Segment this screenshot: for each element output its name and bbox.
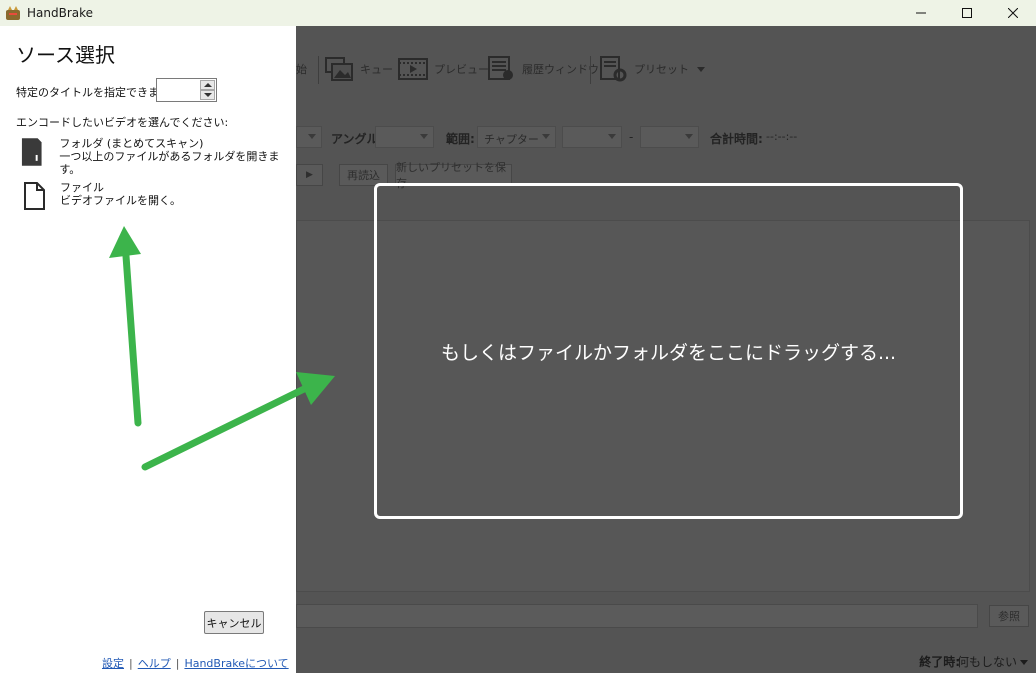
source-options-row: アングル: 範囲: チャプター - 合計時間: --:--:-- — [296, 126, 1036, 150]
cancel-button[interactable]: キャンセル — [204, 611, 264, 634]
link-separator: | — [175, 657, 180, 670]
presets-button[interactable]: プリセット — [598, 52, 705, 86]
preview-button[interactable]: プレビュー — [398, 52, 489, 86]
status-bar: 終了時: 何もしない — [296, 648, 1036, 673]
range-type-select[interactable]: チャプター — [477, 126, 556, 148]
title-select[interactable] — [296, 126, 322, 148]
range-dash: - — [629, 130, 634, 144]
minimize-button[interactable] — [898, 0, 944, 26]
range-label: 範囲: — [446, 132, 475, 146]
toolbar-separator — [590, 56, 591, 84]
activity-log-button[interactable]: 履歴ウィンドウ — [486, 52, 599, 86]
footer-links: 設定 | ヘルプ | HandBrakeについて — [102, 655, 289, 671]
queue-button[interactable]: キュー — [324, 52, 393, 86]
drop-zone[interactable]: もしくはファイルかフォルダをここにドラッグする... — [374, 183, 963, 519]
choose-video-label: エンコードしたいビデオを選んでください: — [16, 116, 229, 129]
about-link[interactable]: HandBrakeについて — [184, 657, 288, 670]
queue-icon — [325, 57, 353, 81]
title-picker-label: 特定のタイトルを指定できます: — [16, 86, 174, 99]
duration-value: --:--:-- — [766, 130, 798, 143]
file-icon — [24, 182, 45, 210]
folder-option-title: フォルダ (まとめてスキャン) — [59, 137, 204, 150]
range-start-select[interactable] — [562, 126, 622, 148]
activity-log-icon — [488, 56, 513, 80]
open-file-option[interactable]: ファイル ビデオファイルを開く。 — [18, 181, 181, 213]
when-done-value: 何もしない — [956, 655, 1017, 669]
link-separator: | — [129, 657, 133, 670]
activity-log-label: 履歴ウィンドウ — [522, 63, 599, 76]
close-icon — [1008, 8, 1018, 18]
window-controls — [898, 0, 1036, 26]
chevron-down-icon — [697, 66, 705, 72]
range-type-value: チャプター — [484, 133, 539, 146]
maximize-button[interactable] — [944, 0, 990, 26]
preview-label: プレビュー — [434, 63, 489, 76]
page-title: ソース選択 — [16, 43, 115, 67]
spinner-up-button[interactable] — [200, 80, 215, 90]
angle-select[interactable] — [375, 126, 434, 148]
presets-label: プリセット — [634, 63, 689, 76]
maximize-icon — [962, 8, 972, 18]
browse-button[interactable]: 参照 — [989, 605, 1029, 627]
folder-icon — [21, 138, 42, 166]
settings-link[interactable]: 設定 — [102, 657, 124, 670]
arrow-down-icon — [203, 93, 212, 97]
toolbar-start-partial: 始 — [296, 63, 307, 76]
toolbar-separator — [318, 56, 319, 84]
file-option-title: ファイル — [60, 181, 104, 194]
preview-icon — [398, 58, 428, 80]
title-number-spinner[interactable] — [156, 78, 217, 102]
range-end-select[interactable] — [640, 126, 699, 148]
play-icon: ▶ — [306, 170, 313, 180]
close-button[interactable] — [990, 0, 1036, 26]
when-done-select[interactable]: 何もしない — [957, 653, 1028, 670]
open-folder-option[interactable]: フォルダ (まとめてスキャン) 一つ以上のファイルがあるフォルダを開きます。 — [18, 137, 296, 176]
help-link[interactable]: ヘルプ — [138, 657, 171, 670]
main-toolbar: 始 キュー プレビュー 履歴ウィンドウ プリセット — [296, 52, 1036, 86]
file-option-desc: ビデオファイルを開く。 — [60, 194, 181, 207]
source-selection-pane: ソース選択 特定のタイトルを指定できます: エンコードしたいビデオを選んでくださ… — [0, 26, 296, 673]
title-bar: HandBrake — [0, 0, 1036, 26]
queue-label: キュー — [360, 63, 393, 76]
chevron-down-icon — [1020, 660, 1028, 665]
duration-label: 合計時間: — [710, 132, 763, 146]
preset-play-button[interactable]: ▶ — [296, 164, 323, 186]
window-title: HandBrake — [27, 6, 94, 20]
spinner-down-button[interactable] — [200, 90, 215, 100]
handbrake-logo-icon — [6, 6, 20, 20]
destination-input[interactable] — [296, 604, 978, 628]
drop-zone-text: もしくはファイルかフォルダをここにドラッグする... — [440, 341, 897, 364]
when-done-label: 終了時: — [919, 655, 960, 669]
folder-option-desc: 一つ以上のファイルがあるフォルダを開きます。 — [59, 150, 280, 176]
presets-icon — [600, 56, 627, 82]
minimize-icon — [916, 12, 926, 14]
arrow-up-icon — [203, 83, 212, 87]
